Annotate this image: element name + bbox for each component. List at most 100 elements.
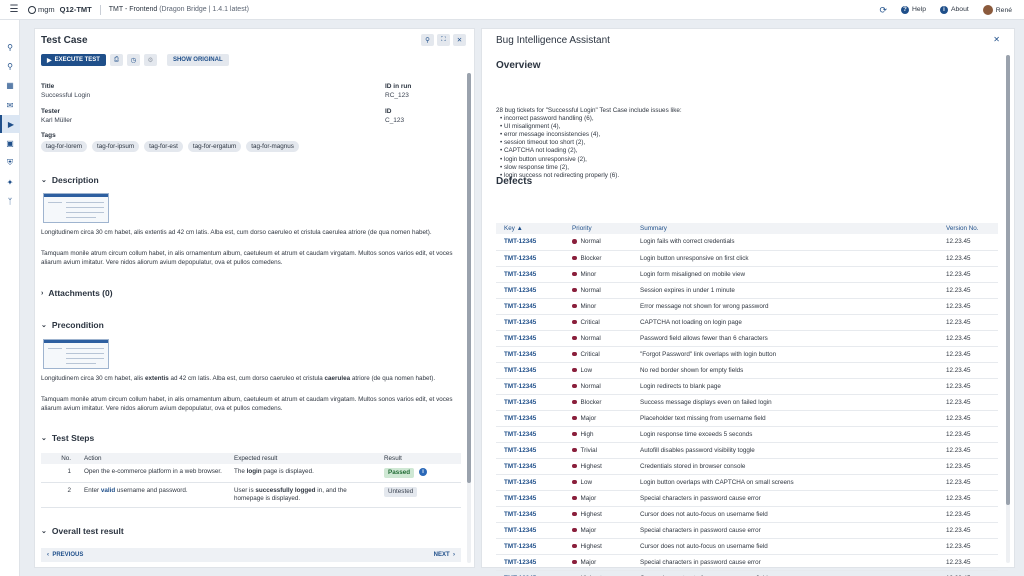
status-badge[interactable]: Untested (384, 487, 418, 497)
sparkle-icon[interactable]: ✦ (0, 173, 20, 191)
defect-key-link[interactable]: TMT-12345 (496, 282, 564, 299)
defect-key-link[interactable]: TMT-12345 (496, 394, 564, 411)
defect-key-link[interactable]: TMT-12345 (496, 298, 564, 315)
table-row[interactable]: TMT-12345 Normal Session expires in under … (496, 282, 998, 299)
defect-key-link[interactable]: TMT-12345 (496, 410, 564, 427)
pin-icon[interactable]: ⚲ (0, 57, 20, 75)
sync-icon[interactable]: ⟳ (879, 5, 887, 16)
defect-key-link[interactable]: TMT-12345 (496, 474, 564, 491)
table-row[interactable]: TMT-12345HighestCursor does not auto-foc… (496, 506, 998, 523)
defect-key-link[interactable]: TMT-12345 (496, 554, 564, 571)
next-button[interactable]: NEXT › (434, 552, 455, 558)
table-row[interactable]: TMT-12345 Low Login button overlaps with C… (496, 474, 998, 491)
table-row[interactable]: 2 Enter valid username and password. Use… (41, 482, 461, 508)
defect-priority: Normal (564, 378, 632, 395)
tag[interactable]: tag-for-ipsum (92, 141, 140, 152)
tag[interactable]: tag-for-ergatum (187, 141, 242, 152)
table-row[interactable]: TMT-12345 Minor Login form misaligned on m… (496, 266, 998, 283)
close-icon[interactable]: ✕ (993, 35, 1000, 44)
inbox-icon[interactable]: ✉ (0, 96, 20, 114)
table-row[interactable]: TMT-12345 Major Placeholder text missing f… (496, 410, 998, 427)
expand-button[interactable]: ⛶ (437, 34, 450, 46)
app-logo[interactable]: mgm Q12-TMT (28, 5, 92, 14)
print-button[interactable]: ⎙ (109, 54, 123, 66)
test-run-icon[interactable]: ▶ (0, 115, 20, 133)
defect-key-link[interactable]: TMT-12345 (496, 234, 564, 251)
table-row[interactable]: TMT-12345 Minor Error message not shown f… (496, 298, 998, 315)
defect-key-link[interactable]: TMT-12345 (496, 426, 564, 443)
tag[interactable]: tag-for-est (144, 141, 183, 152)
status-badge[interactable]: Passed (384, 468, 415, 478)
table-row[interactable]: TMT-12345 Major Special characters in pass… (496, 554, 998, 571)
table-row[interactable]: TMT-12345 Normal Login redirects to blank … (496, 378, 998, 395)
defect-key-link[interactable]: TMT-12345 (496, 266, 564, 283)
breadcrumb[interactable]: TMT - Frontend (Dragon Bridge | 1.4.1 la… (109, 6, 249, 13)
menu-icon[interactable]: ☰ (0, 4, 28, 15)
pin-button[interactable]: ⚲ (421, 34, 434, 46)
table-row[interactable]: TMT-12345 High Login response time exceeds… (496, 426, 998, 443)
defect-key-link[interactable]: TMT-12345 (496, 250, 564, 267)
description-screenshot-thumbnail[interactable] (43, 193, 109, 223)
table-row[interactable]: TMT-12345HighestCursor does not auto-foc… (496, 538, 998, 555)
table-row[interactable]: TMT-12345 Blocker Login button unresponsiv… (496, 250, 998, 267)
description-header[interactable]: ⌄ Description (41, 175, 99, 185)
defect-key-link[interactable]: TMT-12345 (496, 570, 564, 576)
col-priority-header[interactable]: Priority (564, 223, 632, 234)
table-row[interactable]: TMT-12345 Normal Login fails with correct … (496, 234, 998, 251)
table-row[interactable]: TMT-12345 Critical "Forgot Password" link … (496, 346, 998, 363)
defect-key-link[interactable]: TMT-12345 (496, 506, 564, 523)
show-original-button[interactable]: SHOW ORIGINAL (166, 54, 229, 66)
defect-key-link[interactable]: TMT-12345 (496, 458, 564, 475)
table-row[interactable]: TMT-12345HighestCursor does not auto-foc… (496, 570, 998, 576)
scrollbar-thumb[interactable] (1006, 55, 1010, 505)
close-button[interactable]: ✕ (453, 34, 466, 46)
defect-key-link[interactable]: TMT-12345 (496, 330, 564, 347)
col-summary-header[interactable]: Summary (632, 223, 938, 234)
table-row[interactable]: 1 Open the e-commerce platform in a web … (41, 464, 461, 483)
defect-key-link[interactable]: TMT-12345 (496, 378, 564, 395)
defect-key-link[interactable]: TMT-12345 (496, 346, 564, 363)
col-version-header[interactable]: Version No. (938, 223, 998, 234)
tag[interactable]: tag-for-lorem (41, 141, 88, 152)
defect-key-link[interactable]: TMT-12345 (496, 522, 564, 539)
defect-key-link[interactable]: TMT-12345 (496, 442, 564, 459)
table-row[interactable]: TMT-12345 Blocker Success message displays… (496, 394, 998, 411)
defect-key-link[interactable]: TMT-12345 (496, 538, 564, 555)
shield-icon[interactable]: ⛨ (0, 154, 20, 172)
col-key-header[interactable]: Key ▲ (496, 223, 564, 234)
table-row[interactable]: TMT-12345 Major Special characters in pass… (496, 490, 998, 507)
branch-icon[interactable]: ᛉ (0, 192, 20, 210)
info-icon[interactable]: i (419, 468, 428, 477)
table-row[interactable]: TMT-12345 Low No red border shown for empt… (496, 362, 998, 379)
defect-version: 12.23.45 (938, 522, 998, 539)
expand-icon: ⛶ (441, 36, 446, 43)
tag[interactable]: tag-for-magnus (246, 141, 299, 152)
previous-button[interactable]: ‹ PREVIOUS (47, 552, 83, 558)
table-row[interactable]: TMT-12345 Trivial Autofill disables passwo… (496, 442, 998, 459)
settings-button[interactable]: ⚙ (143, 54, 157, 66)
help-link[interactable]: ? Help (901, 6, 926, 14)
table-row[interactable]: TMT-12345 Highest Credentials stored in br… (496, 458, 998, 475)
test-steps-header[interactable]: ⌄ Test Steps (41, 433, 94, 443)
attachments-header[interactable]: › Attachments (0) (41, 288, 113, 298)
table-row[interactable]: TMT-12345 Major Special characters in pass… (496, 522, 998, 539)
about-link[interactable]: i About (939, 6, 969, 14)
history-button[interactable]: ◷ (126, 54, 140, 66)
execute-test-button[interactable]: ▶ EXECUTE TEST (41, 54, 106, 66)
defect-key-link[interactable]: TMT-12345 (496, 490, 564, 507)
grid-icon[interactable]: ▦ (0, 76, 20, 94)
defect-priority: Trivial (564, 442, 632, 459)
defect-priority: Critical (564, 346, 632, 363)
overall-result-header[interactable]: ⌄ Overall test result (41, 526, 124, 536)
priority-dot-icon (572, 511, 577, 517)
scrollbar-thumb[interactable] (467, 73, 471, 483)
defect-key-link[interactable]: TMT-12345 (496, 314, 564, 331)
calendar-icon[interactable]: ▣ (0, 134, 20, 152)
user-menu[interactable]: René (982, 5, 1012, 15)
table-row[interactable]: TMT-12345 Critical CAPTCHA not loading on … (496, 314, 998, 331)
precondition-header[interactable]: ⌄ Precondition (41, 320, 104, 330)
table-row[interactable]: TMT-12345 Normal Password field allows few… (496, 330, 998, 347)
search-icon[interactable]: ⚲ (0, 38, 20, 56)
defect-key-link[interactable]: TMT-12345 (496, 362, 564, 379)
precondition-screenshot-thumbnail[interactable] (43, 339, 109, 369)
